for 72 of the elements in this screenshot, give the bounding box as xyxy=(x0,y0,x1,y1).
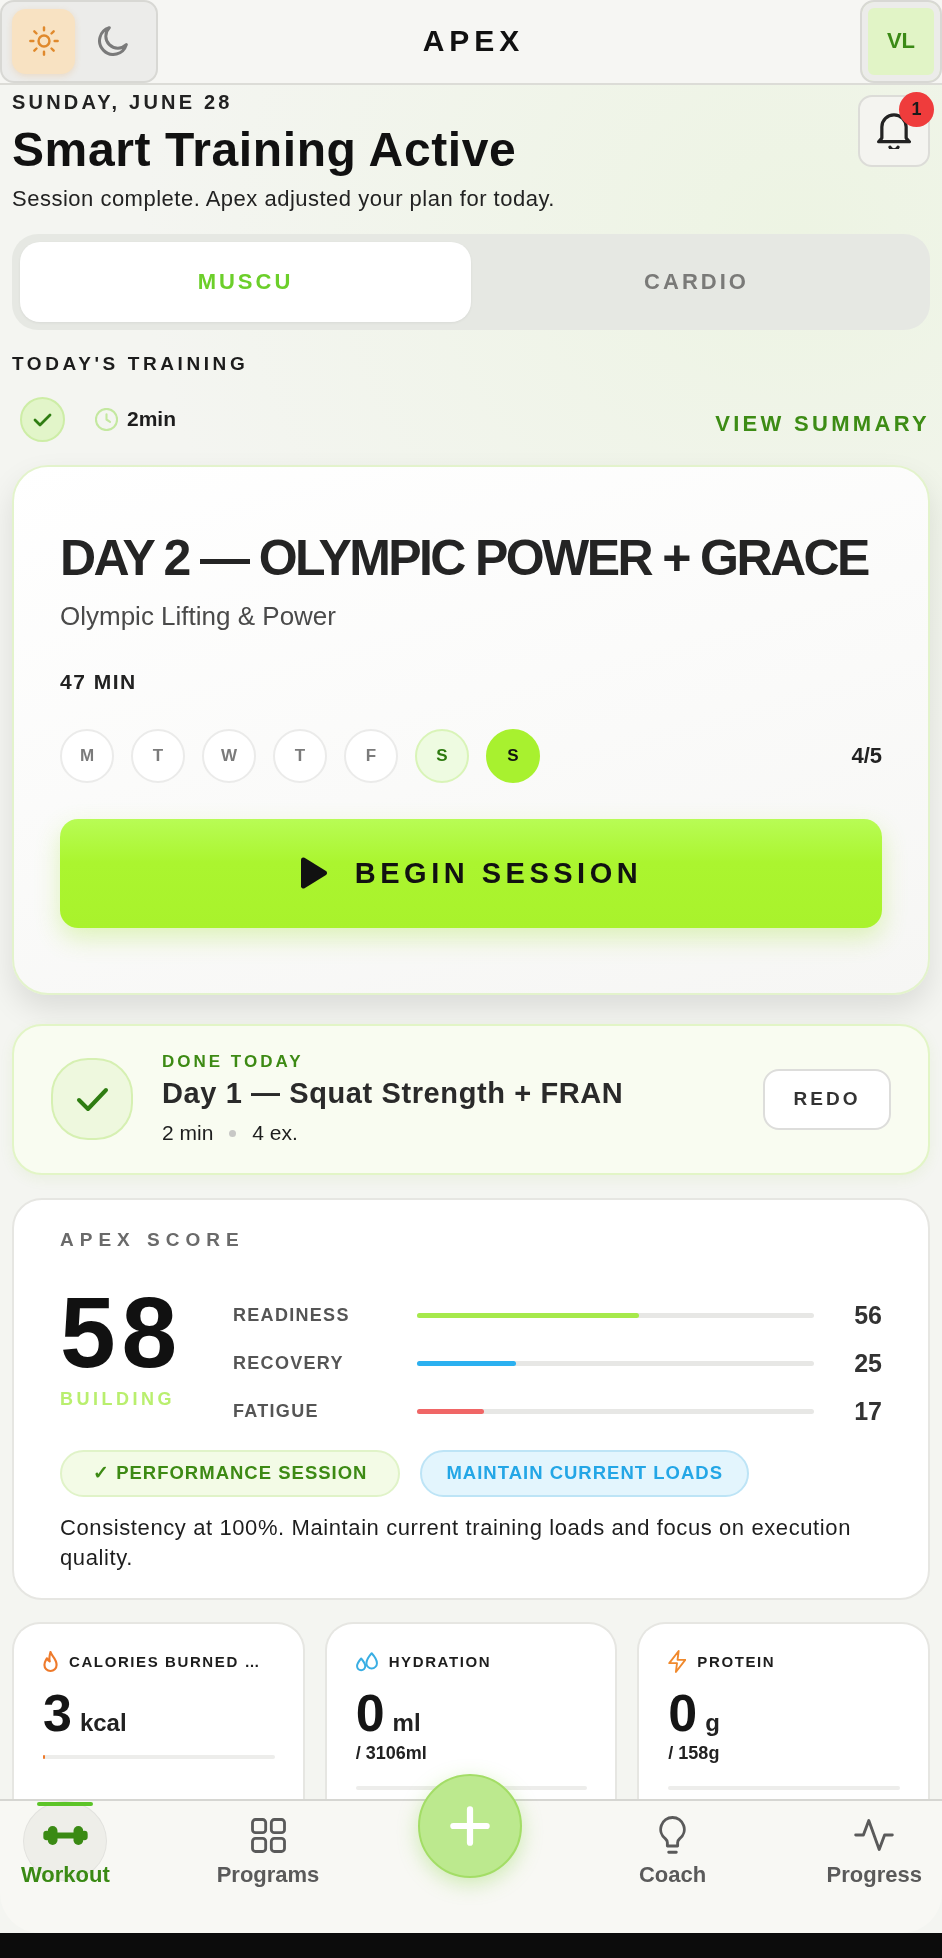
app-title: APEX xyxy=(421,24,525,59)
stat-value: 3 xyxy=(43,1686,72,1739)
clock-icon xyxy=(95,407,118,431)
lightbulb-icon xyxy=(659,1816,686,1855)
add-button[interactable] xyxy=(418,1774,522,1879)
date-label: SUNDAY, JUNE 28 xyxy=(12,89,234,114)
completed-session-title: Day 1 — Squat Strength + FRAN xyxy=(162,1076,625,1111)
score-note: Consistency at 100%. Maintain current training loads and focus on execution quality. xyxy=(60,1513,852,1572)
session-meta-text: 4 ex. xyxy=(252,1120,298,1147)
stat-target: / 158g xyxy=(668,1741,721,1764)
sun-icon xyxy=(28,26,59,57)
metric-label: FATIGUE xyxy=(233,1401,320,1423)
session-title: DAY 2 — OLYMPIC POWER + GRACE xyxy=(60,529,870,586)
score-status: BUILDING xyxy=(60,1387,176,1410)
weekday-indicator: W xyxy=(202,728,256,783)
flame-icon xyxy=(43,1650,58,1673)
stat-target: / 3106ml xyxy=(355,1741,428,1764)
stat-unit: g xyxy=(705,1707,720,1738)
light-theme-button[interactable] xyxy=(12,8,75,74)
check-icon xyxy=(51,1058,133,1141)
week-progress-count: 4/5 xyxy=(851,742,882,769)
stat-label: PROTEIN xyxy=(697,1653,776,1671)
stat-label: CALORIES BURNED … xyxy=(69,1653,262,1671)
redo-button[interactable]: REDO xyxy=(763,1068,891,1130)
dumbbell-icon xyxy=(42,1825,88,1845)
notification-badge: 1 xyxy=(899,91,934,127)
weekday-indicator: T xyxy=(273,728,327,783)
weekday-indicator: F xyxy=(344,728,398,783)
section-heading: TODAY'S TRAINING xyxy=(12,351,250,376)
done-today-label: DONE TODAY xyxy=(162,1052,305,1073)
view-summary-link[interactable]: VIEW SUMMARY xyxy=(715,401,930,437)
weekday-indicator: S xyxy=(415,728,469,783)
nav-tab[interactable]: Programs xyxy=(216,1801,320,1889)
session-subtitle: Olympic Lifting & Power xyxy=(60,599,337,632)
metric-value: 17 xyxy=(853,1397,882,1427)
stat-value: 0 xyxy=(668,1686,698,1739)
nav-tab[interactable]: Coach xyxy=(638,1801,707,1889)
separator-dot-icon xyxy=(229,1129,237,1137)
check-icon xyxy=(20,396,65,442)
tab[interactable]: CARDIO xyxy=(471,241,922,322)
metric-label: RECOVERY xyxy=(233,1353,345,1375)
pulse-icon xyxy=(854,1819,895,1852)
weekday-indicator: S xyxy=(486,728,540,783)
lightning-bolt-icon xyxy=(668,1650,687,1674)
weekday-indicator: M xyxy=(60,728,114,783)
avatar-button[interactable]: VL xyxy=(860,0,942,83)
page-title: Smart Training Active xyxy=(12,123,518,176)
session-tag: MAINTAIN CURRENT LOADS xyxy=(420,1449,749,1497)
water-drops-icon xyxy=(355,1651,378,1672)
score-heading: APEX SCORE xyxy=(60,1227,246,1252)
score-value: 58 xyxy=(60,1281,185,1382)
session-duration: 47 MIN xyxy=(60,668,138,695)
bell-icon xyxy=(877,112,911,149)
duration-text: 2min xyxy=(127,407,176,432)
stat-label: HYDRATION xyxy=(388,1653,492,1671)
moon-icon xyxy=(97,26,128,57)
nav-tab[interactable]: Workout xyxy=(21,1801,110,1889)
nav-tab[interactable]: Progress xyxy=(826,1801,922,1889)
weekday-indicator: T xyxy=(131,728,185,783)
metric-value: 56 xyxy=(853,1301,882,1331)
stat-value: 0 xyxy=(355,1686,385,1739)
stat-unit: ml xyxy=(392,1707,421,1738)
metric-label: READINESS xyxy=(233,1305,351,1327)
session-meta-text: 2 min xyxy=(162,1120,214,1147)
plus-icon xyxy=(450,1806,490,1847)
begin-session-button[interactable]: BEGIN SESSION xyxy=(60,818,882,928)
stat-unit: kcal xyxy=(79,1707,127,1738)
play-icon xyxy=(299,857,328,890)
grid-icon xyxy=(250,1817,286,1853)
metric-value: 25 xyxy=(853,1349,882,1379)
page-subtitle: Session complete. Apex adjusted your plan for today. xyxy=(12,185,555,212)
session-tag: ✓ PERFORMANCE SESSION xyxy=(60,1449,401,1497)
